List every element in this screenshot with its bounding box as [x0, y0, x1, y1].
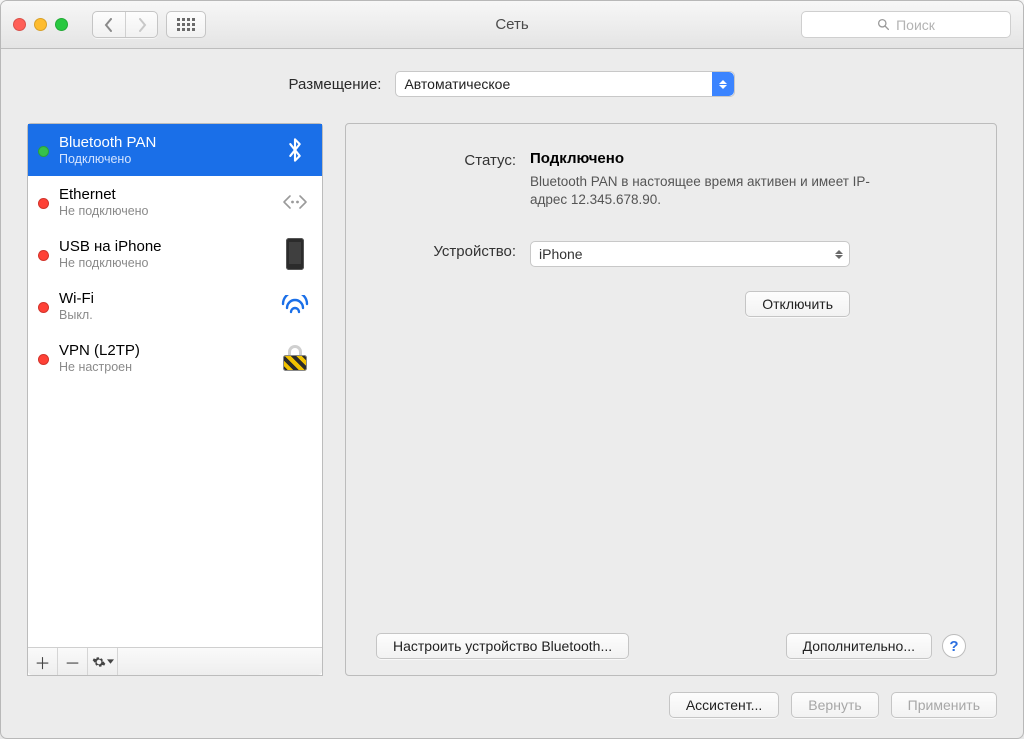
grid-icon — [177, 18, 195, 31]
location-row: Размещение: Автоматическое — [1, 49, 1023, 111]
sidebar-item-name: Wi-Fi — [59, 290, 268, 308]
sidebar-item-text: VPN (L2TP) Не настроен — [59, 342, 268, 375]
remove-interface-button[interactable]: － — [58, 648, 88, 675]
revert-button[interactable]: Вернуть — [791, 692, 878, 718]
zoom-button[interactable] — [55, 18, 68, 31]
sidebar-item-status: Не настроен — [59, 360, 268, 375]
device-select[interactable]: iPhone — [530, 241, 850, 267]
bluetooth-icon — [278, 135, 312, 165]
device-value: iPhone — [539, 246, 583, 262]
nav-segmented — [92, 11, 158, 38]
device-label: Устройство: — [376, 241, 516, 267]
search-icon — [877, 18, 890, 31]
forward-button[interactable] — [125, 12, 157, 37]
add-interface-button[interactable]: ＋ — [28, 648, 58, 675]
sidebar-item-text: Wi-Fi Выкл. — [59, 290, 268, 323]
status-row: Статус: Подключено Bluetooth PAN в насто… — [376, 150, 966, 209]
sidebar-item-name: Ethernet — [59, 186, 268, 204]
titlebar: Сеть Поиск — [1, 1, 1023, 49]
configure-bluetooth-button[interactable]: Настроить устройство Bluetooth... — [376, 633, 629, 659]
disconnect-button[interactable]: Отключить — [745, 291, 850, 317]
status-description: Bluetooth PAN в настоящее время активен … — [530, 173, 870, 209]
device-row: Устройство: iPhone — [376, 241, 966, 267]
help-button[interactable]: ? — [942, 634, 966, 658]
chevron-down-icon — [107, 659, 114, 664]
iphone-icon — [278, 238, 312, 270]
window-controls — [13, 18, 68, 31]
wifi-icon — [278, 295, 312, 317]
location-select[interactable]: Автоматическое — [395, 71, 735, 97]
footer: Ассистент... Вернуть Применить — [1, 676, 1023, 738]
status-value-block: Подключено Bluetooth PAN в настоящее вре… — [530, 150, 966, 209]
status-dot-icon — [38, 146, 49, 157]
search-input[interactable]: Поиск — [801, 11, 1011, 38]
advanced-button[interactable]: Дополнительно... — [786, 633, 932, 659]
detail-bottom-row: Настроить устройство Bluetooth... Дополн… — [376, 623, 966, 659]
assistant-button[interactable]: Ассистент... — [669, 692, 779, 718]
search-placeholder: Поиск — [896, 17, 935, 33]
show-all-button[interactable] — [166, 11, 206, 38]
sidebar-item-text: Ethernet Не подключено — [59, 186, 268, 219]
preferences-window: Сеть Поиск Размещение: Автоматическое Bl… — [0, 0, 1024, 739]
minimize-button[interactable] — [34, 18, 47, 31]
sidebar-item-status: Подключено — [59, 152, 268, 167]
status-dot-icon — [38, 302, 49, 313]
sidebar-item-name: Bluetooth PAN — [59, 134, 268, 152]
toolbar-nav — [92, 11, 206, 38]
sidebar-item-status: Выкл. — [59, 308, 268, 323]
status-label: Статус: — [376, 150, 516, 209]
status-value: Подключено — [530, 150, 966, 167]
interfaces-sidebar: Bluetooth PAN Подключено Ethernet Не под… — [27, 123, 323, 676]
close-button[interactable] — [13, 18, 26, 31]
apply-button[interactable]: Применить — [891, 692, 997, 718]
sidebar-item-wifi[interactable]: Wi-Fi Выкл. — [28, 280, 322, 332]
ethernet-icon — [278, 191, 312, 213]
interface-actions-button[interactable] — [88, 648, 118, 675]
sidebar-item-bluetooth-pan[interactable]: Bluetooth PAN Подключено — [28, 124, 322, 176]
interfaces-list: Bluetooth PAN Подключено Ethernet Не под… — [28, 124, 322, 647]
disconnect-row: Отключить — [376, 291, 966, 317]
dropdown-arrows-icon — [835, 250, 843, 259]
detail-panel: Статус: Подключено Bluetooth PAN в насто… — [345, 123, 997, 676]
sidebar-item-status: Не подключено — [59, 256, 268, 271]
lock-icon — [278, 345, 312, 371]
sidebar-item-text: USB на iPhone Не подключено — [59, 238, 268, 271]
sidebar-item-status: Не подключено — [59, 204, 268, 219]
content: Bluetooth PAN Подключено Ethernet Не под… — [1, 111, 1023, 676]
back-button[interactable] — [93, 12, 125, 37]
sidebar-item-usb-iphone[interactable]: USB на iPhone Не подключено — [28, 228, 322, 280]
status-dot-icon — [38, 250, 49, 261]
dropdown-arrows-icon — [712, 72, 734, 96]
gear-icon — [92, 655, 106, 669]
location-label: Размещение: — [289, 76, 382, 93]
sidebar-item-name: USB на iPhone — [59, 238, 268, 256]
sidebar-footer: ＋ － — [28, 647, 322, 675]
location-value: Автоматическое — [404, 76, 510, 92]
sidebar-item-name: VPN (L2TP) — [59, 342, 268, 360]
sidebar-item-vpn[interactable]: VPN (L2TP) Не настроен — [28, 332, 322, 384]
status-dot-icon — [38, 354, 49, 365]
status-dot-icon — [38, 198, 49, 209]
sidebar-item-text: Bluetooth PAN Подключено — [59, 134, 268, 167]
sidebar-item-ethernet[interactable]: Ethernet Не подключено — [28, 176, 322, 228]
